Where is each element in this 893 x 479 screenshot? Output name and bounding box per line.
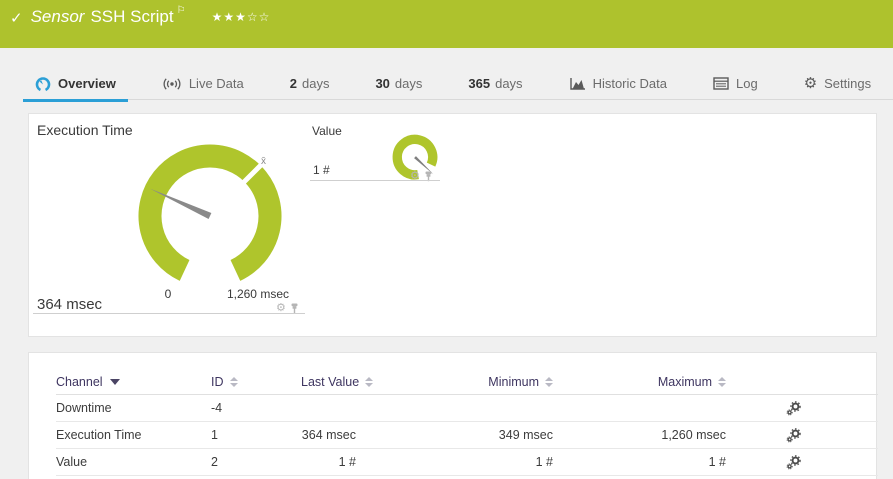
sort-icon	[229, 376, 238, 387]
area-chart-icon	[569, 77, 586, 91]
sensor-header: ✓ Sensor SSH Script ⚐ ★★★☆☆	[0, 0, 893, 48]
column-header-maximum[interactable]: Maximum	[658, 375, 726, 389]
gauge-title-value: Value	[312, 124, 342, 138]
gauge-scale-min: 0	[164, 287, 172, 301]
execution-time-current-value: 364 msec	[37, 296, 103, 313]
tab-label: Historic Data	[592, 76, 667, 91]
sensor-title: SSH Script	[90, 7, 174, 26]
tab-30-days[interactable]: 30 days	[363, 68, 434, 100]
edit-channel-icon[interactable]	[786, 454, 801, 470]
sort-desc-icon	[109, 378, 120, 385]
last-value: 364 msec	[301, 428, 356, 442]
edit-channel-icon[interactable]	[786, 400, 801, 416]
tab-number: 2	[289, 76, 297, 91]
maximum-value: 1 #	[708, 455, 726, 469]
maximum-value: 1,260 msec	[661, 428, 726, 442]
gauge-footer-rule	[33, 313, 305, 314]
tab-label: days	[394, 76, 423, 91]
channel-table-panel: Channel ID Last Value Minimum Maximum Do…	[28, 352, 878, 479]
tab-label: Overview	[58, 76, 116, 91]
tab-log[interactable]: Log	[701, 68, 770, 100]
edit-channel-icon[interactable]	[786, 427, 801, 443]
tab-bar: Overview Live Data 2 days 30 days 365 da…	[23, 68, 893, 102]
tab-label: Live Data	[188, 76, 244, 91]
channel-name: Downtime	[56, 401, 112, 415]
tab-label: days	[495, 76, 523, 91]
tab-overview[interactable]: Overview	[23, 68, 128, 102]
table-row-execution-time[interactable]: Execution Time 1 364 msec 349 msec 1,260…	[56, 422, 878, 449]
tab-label: days	[301, 76, 330, 91]
sort-icon	[365, 376, 374, 387]
channel-id: -4	[211, 401, 223, 415]
tab-live-data[interactable]: Live Data	[150, 68, 256, 100]
gauge-icon	[35, 76, 51, 92]
tab-365-days[interactable]: 365 days	[456, 68, 534, 100]
table-row-value[interactable]: Value 2 1 # 1 # 1 #	[56, 449, 878, 476]
column-header-channel[interactable]: Channel	[56, 375, 211, 389]
minimum-value: 349 msec	[498, 428, 553, 442]
value-current-value: 1 #	[313, 163, 330, 177]
sensor-type-label: Sensor	[30, 7, 85, 26]
priority-stars[interactable]: ★★★☆☆	[212, 10, 271, 24]
status-check-icon: ✓	[10, 10, 23, 27]
minimum-value: 1 #	[535, 455, 553, 469]
tab-2-days[interactable]: 2 days	[278, 68, 342, 100]
sort-icon	[718, 376, 726, 387]
log-list-icon	[713, 77, 729, 90]
channel-name: Execution Time	[56, 428, 142, 442]
tab-number: 30	[375, 76, 390, 91]
sort-icon	[545, 376, 553, 387]
last-value: 1 #	[338, 455, 356, 469]
broadcast-icon	[162, 77, 182, 91]
table-header-row: Channel ID Last Value Minimum Maximum	[56, 369, 878, 395]
channel-table: Channel ID Last Value Minimum Maximum Do…	[56, 369, 878, 476]
column-header-id[interactable]: ID	[211, 375, 301, 389]
tab-label: Log	[735, 76, 758, 91]
tab-settings[interactable]: ⚙ Settings	[792, 68, 883, 100]
tab-historic-data[interactable]: Historic Data	[557, 68, 679, 100]
tab-number: 365	[468, 76, 491, 91]
channel-name: Value	[56, 455, 88, 469]
average-marker: x̄	[261, 156, 266, 167]
flag-icon[interactable]: ⚐	[177, 5, 186, 16]
channel-id: 2	[211, 455, 218, 469]
gauge-scale-max: 1,260 msec	[226, 287, 289, 301]
channel-id: 1	[211, 428, 218, 442]
table-row-downtime[interactable]: Downtime -4	[56, 395, 878, 422]
gauges-panel: Execution Time x̄ 0 1,260 msec 364 msec …	[28, 113, 877, 337]
gear-icon: ⚙	[803, 75, 818, 92]
gauge-footer-rule	[310, 180, 440, 181]
column-header-minimum[interactable]: Minimum	[488, 375, 553, 389]
column-header-last-value[interactable]: Last Value	[301, 375, 374, 389]
tab-label: Settings	[824, 76, 872, 91]
execution-time-gauge: x̄	[138, 144, 282, 281]
